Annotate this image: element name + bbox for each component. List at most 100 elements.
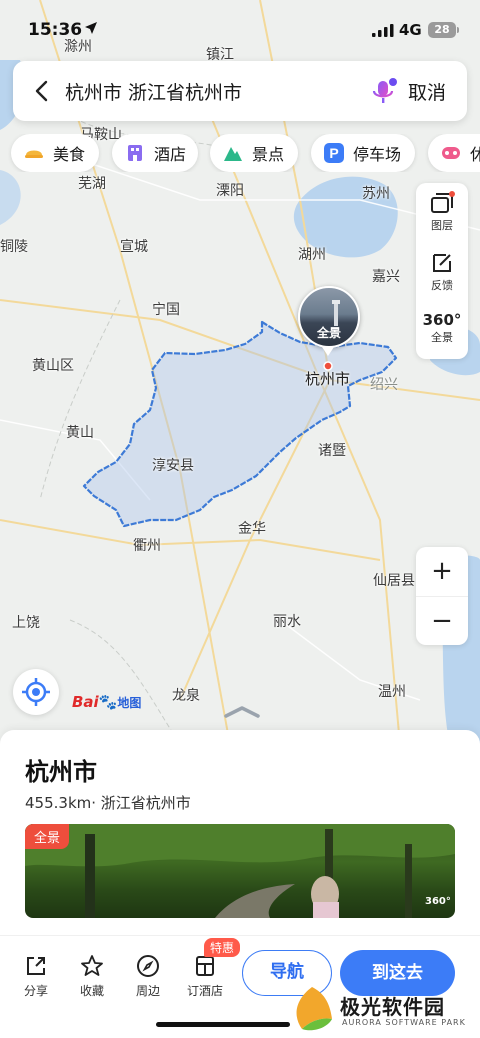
map-label: 宁国 bbox=[152, 302, 180, 318]
pano-bubble-label: 全景 bbox=[316, 326, 341, 340]
forest-scene bbox=[25, 824, 455, 918]
chip-label: 停车场 bbox=[353, 145, 402, 164]
pano-360-icon: 360° bbox=[425, 896, 451, 907]
back-arrow-icon[interactable] bbox=[31, 79, 55, 103]
map-label: 淳安县 bbox=[152, 458, 194, 474]
paw-icon: 🐾 bbox=[98, 693, 118, 711]
chip-hotel[interactable]: 酒店 bbox=[112, 134, 198, 172]
zoom-control: + − bbox=[416, 547, 468, 645]
place-name: 杭州市 bbox=[25, 758, 97, 786]
map-label: 宣城 bbox=[120, 239, 148, 255]
zoom-out-button[interactable]: − bbox=[416, 596, 468, 645]
chip-parking[interactable]: P 停车场 bbox=[311, 134, 415, 172]
layers-label: 图层 bbox=[431, 219, 453, 232]
aurora-logo-icon bbox=[296, 987, 332, 1031]
chip-label: 美食 bbox=[53, 145, 86, 164]
map-label: 龙泉 bbox=[172, 688, 200, 704]
baidu-map-logo: Bai🐾du地图 bbox=[72, 693, 141, 711]
map-label: 芜湖 bbox=[78, 176, 106, 192]
place-distance: 455.3km bbox=[25, 794, 92, 812]
watermark-sub: AURORA SOFTWARE PARK bbox=[342, 1018, 466, 1027]
crosshair-icon bbox=[22, 678, 50, 706]
map-label: 诸暨 bbox=[318, 443, 346, 459]
logo-map-word: 地图 bbox=[117, 696, 142, 710]
map-label: 仙居县 bbox=[373, 573, 415, 589]
feedback-label: 反馈 bbox=[431, 279, 453, 292]
status-bar: 15:36 4G 28 bbox=[0, 0, 480, 56]
map-view[interactable]: 滁州 镇江 马鞍山 芜湖 溧阳 苏州 铜陵 宣城 湖州 嘉兴 宁国 黄山区 杭州… bbox=[0, 0, 480, 745]
meta-separator: · bbox=[91, 794, 101, 812]
logo-bai: Bai bbox=[72, 693, 99, 711]
map-label: 苏州 bbox=[362, 186, 390, 202]
compass-icon bbox=[137, 955, 159, 977]
map-label: 黄山区 bbox=[32, 358, 74, 374]
pano-tag: 全景 bbox=[25, 824, 70, 849]
feedback-icon bbox=[433, 254, 451, 272]
battery-tip bbox=[457, 27, 459, 33]
deal-badge: 特惠 bbox=[204, 938, 241, 957]
svg-text:P: P bbox=[329, 145, 338, 161]
map-label: 上饶 bbox=[12, 615, 40, 631]
map-label: 铜陵 bbox=[0, 239, 28, 255]
map-label: 嘉兴 bbox=[372, 269, 400, 285]
zoom-in-button[interactable]: + bbox=[416, 547, 468, 596]
place-region: 浙江省杭州市 bbox=[100, 794, 191, 812]
pano-photo[interactable]: 全景 360° bbox=[25, 824, 455, 918]
map-tools-panel: 图层 反馈 360° 全景 bbox=[416, 183, 468, 359]
book-hotel-button[interactable]: 订酒店 bbox=[183, 954, 227, 999]
location-arrow-icon bbox=[85, 22, 97, 34]
cancel-button[interactable]: 取消 bbox=[408, 78, 446, 105]
scenic-icon bbox=[224, 147, 242, 161]
map-label: 衢州 bbox=[133, 538, 161, 554]
map-label: 黄山 bbox=[66, 425, 94, 441]
map-label: 绍兴 bbox=[370, 377, 398, 393]
chip-label: 景点 bbox=[252, 145, 285, 164]
hotel-book-icon bbox=[196, 956, 214, 976]
share-icon bbox=[27, 957, 45, 975]
action-label: 周边 bbox=[135, 984, 160, 998]
category-chips: 美食 酒店 景点 P 停车场 休 bbox=[0, 134, 480, 172]
chip-label: 酒店 bbox=[154, 145, 187, 164]
network-type: 4G bbox=[399, 21, 422, 39]
chip-leisure[interactable]: 休 bbox=[428, 134, 480, 172]
layers-button[interactable]: 图层 bbox=[416, 183, 468, 241]
status-time: 15:36 bbox=[28, 20, 83, 40]
pano-bubble-pointer bbox=[322, 347, 334, 356]
search-bar[interactable]: 杭州市 浙江省杭州市 取消 bbox=[13, 61, 467, 121]
action-label: 订酒店 bbox=[186, 984, 223, 998]
feedback-button[interactable]: 反馈 bbox=[416, 243, 468, 301]
leisure-icon bbox=[442, 147, 460, 159]
hotel-icon bbox=[128, 145, 142, 161]
parking-icon: P bbox=[324, 143, 344, 163]
map-label: 金华 bbox=[238, 521, 266, 537]
favorite-button[interactable]: 收藏 bbox=[70, 954, 114, 999]
star-icon bbox=[81, 955, 103, 976]
layers-icon bbox=[431, 191, 455, 213]
search-query[interactable]: 杭州市 浙江省杭州市 bbox=[65, 78, 242, 105]
map-label: 溧阳 bbox=[216, 183, 244, 199]
share-button[interactable]: 分享 bbox=[14, 954, 58, 999]
map-label: 温州 bbox=[378, 684, 406, 700]
my-location-button[interactable] bbox=[13, 669, 59, 715]
map-label: 湖州 bbox=[298, 247, 326, 263]
pano-label: 全景 bbox=[431, 331, 453, 344]
voice-mic-icon[interactable] bbox=[369, 77, 399, 107]
sheet-expand-handle[interactable] bbox=[222, 705, 262, 719]
watermark: 极光软件园 AURORA SOFTWARE PARK bbox=[288, 985, 478, 1035]
action-label: 分享 bbox=[23, 984, 48, 998]
action-label: 收藏 bbox=[79, 984, 104, 998]
chip-scenic[interactable]: 景点 bbox=[210, 134, 298, 172]
signal-bars-icon bbox=[372, 24, 394, 37]
food-icon bbox=[25, 150, 43, 158]
home-indicator bbox=[156, 1022, 290, 1027]
chip-food[interactable]: 美食 bbox=[11, 134, 99, 172]
battery-icon: 28 bbox=[428, 22, 456, 38]
chip-label: 休 bbox=[470, 145, 480, 164]
pano-360-glyph: 360° bbox=[422, 311, 462, 329]
pano-preview-bubble[interactable]: 全景 bbox=[298, 286, 360, 348]
place-meta: 455.3km· 浙江省杭州市 bbox=[25, 792, 191, 813]
pano-button[interactable]: 360° 全景 bbox=[416, 301, 468, 359]
watermark-name: 极光软件园 bbox=[340, 995, 445, 1019]
nearby-button[interactable]: 周边 bbox=[126, 954, 170, 999]
map-label-hangzhou[interactable]: 杭州市 bbox=[305, 368, 350, 389]
